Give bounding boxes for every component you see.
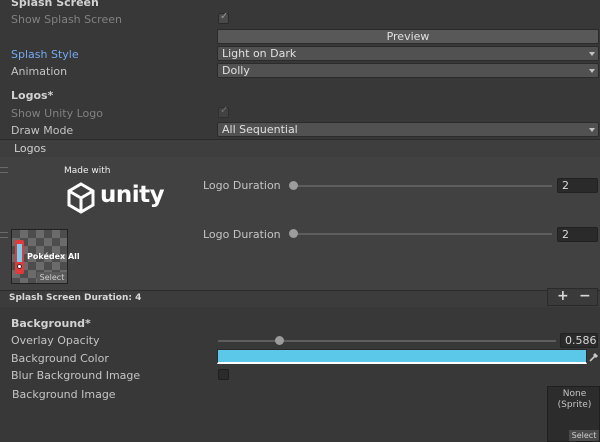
background-header: Background* <box>11 317 91 330</box>
background-image-object-field[interactable]: None (Sprite) Select <box>547 386 600 442</box>
background-color-label: Background Color <box>11 352 109 365</box>
logo-duration-slider-track-2[interactable] <box>292 233 552 235</box>
overlay-opacity-label: Overlay Opacity <box>11 334 100 347</box>
pokedex-logo-thumbnail[interactable]: Pokédex All Select <box>11 229 80 284</box>
unity-logo: Made with unity <box>60 164 165 220</box>
logo-duration-slider-track-1[interactable] <box>292 185 552 187</box>
logo-duration-slider-thumb-1[interactable] <box>289 181 298 190</box>
show-splash-screen-label: Show Splash Screen <box>11 13 122 26</box>
draw-mode-dropdown[interactable]: All Sequential <box>217 122 599 137</box>
check-icon: ✓ <box>220 105 229 116</box>
animation-value: Dolly <box>222 64 250 77</box>
logos-list-title: Logos <box>14 142 47 155</box>
logo-duration-slider-thumb-2[interactable] <box>289 229 298 238</box>
made-with-text: Made with <box>64 166 111 176</box>
background-image-none-text: None <box>562 389 587 399</box>
drag-handle-icon[interactable] <box>0 167 8 173</box>
chevron-down-icon <box>589 69 595 73</box>
splash-style-value: Light on Dark <box>222 47 297 60</box>
splash-screen-header: Splash Screen <box>11 0 99 9</box>
blur-background-image-toggle[interactable] <box>218 369 229 380</box>
splash-style-label: Splash Style <box>11 48 79 61</box>
background-image-label: Background Image <box>12 388 116 401</box>
draw-mode-value: All Sequential <box>222 123 298 136</box>
chevron-down-icon <box>589 128 595 132</box>
pokedex-image-text: Pokédex All <box>27 252 80 261</box>
overlay-opacity-slider-track[interactable] <box>218 340 556 342</box>
blur-background-image-label: Blur Background Image <box>11 369 141 382</box>
show-splash-screen-toggle[interactable]: ✓ <box>218 11 229 24</box>
background-image-type-text: (Sprite) <box>557 400 592 410</box>
logo-duration-label-1: Logo Duration <box>203 179 281 192</box>
overlay-opacity-slider-thumb[interactable] <box>274 336 284 345</box>
eyedropper-icon[interactable] <box>589 351 599 362</box>
add-remove-buttons: + − <box>547 288 598 306</box>
draw-mode-label: Draw Mode <box>11 124 74 137</box>
animation-dropdown[interactable]: Dolly <box>217 63 599 78</box>
logo-duration-field-2[interactable]: 2 <box>557 227 598 242</box>
unity-cube-icon <box>67 182 95 214</box>
show-unity-logo-toggle: ✓ <box>218 105 229 118</box>
splash-screen-duration-text: Splash Screen Duration: 4 <box>9 293 142 303</box>
drag-handle-icon[interactable] <box>0 232 8 238</box>
unity-wordmark: unity <box>100 182 165 208</box>
background-color-swatch[interactable] <box>217 349 587 364</box>
splash-style-dropdown[interactable]: Light on Dark <box>217 46 599 61</box>
preview-button[interactable]: Preview <box>217 29 599 44</box>
logo-duration-field-1[interactable]: 2 <box>557 178 598 193</box>
logo-duration-label-2: Logo Duration <box>203 228 281 241</box>
logos-list-header: Logos <box>0 139 600 158</box>
chevron-down-icon <box>589 52 595 56</box>
check-icon: ✓ <box>220 11 229 22</box>
add-logo-button[interactable]: + <box>557 288 569 304</box>
background-image-select-button[interactable]: Select <box>569 430 599 441</box>
animation-label: Animation <box>11 65 68 78</box>
pokedex-device-icon <box>15 240 24 274</box>
thumbnail-select-button[interactable]: Select <box>37 272 67 283</box>
remove-logo-button[interactable]: − <box>579 288 591 304</box>
show-unity-logo-label: Show Unity Logo <box>11 107 103 120</box>
logos-header: Logos* <box>11 89 54 102</box>
overlay-opacity-field[interactable]: 0.586 <box>560 333 598 348</box>
